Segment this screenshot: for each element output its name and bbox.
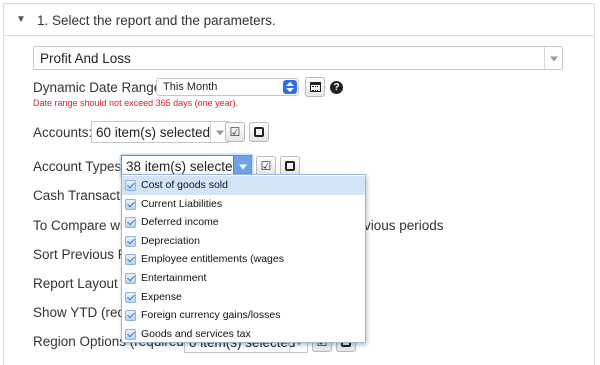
account-types-value: 38 item(s) selected: [126, 159, 241, 174]
account-type-option[interactable]: Entertainment: [122, 269, 365, 288]
checkbox-checked-icon[interactable]: [125, 291, 136, 303]
uncheck-all-icon: [254, 127, 264, 137]
accounts-multiselect[interactable]: 60 item(s) selected: [91, 121, 229, 143]
option-label: Deferred income: [141, 216, 219, 229]
account-type-option[interactable]: Employee entitlements (wages: [122, 250, 365, 269]
checkbox-checked-icon[interactable]: [125, 310, 136, 322]
account-type-option[interactable]: Current Liabilities: [122, 195, 365, 214]
compare-label: To Compare wit: [33, 218, 127, 233]
date-range-select[interactable]: This Month: [156, 78, 299, 96]
check-all-icon: ☑: [229, 125, 241, 139]
account-types-dropdown[interactable]: [233, 156, 251, 176]
option-label: Goods and services tax: [141, 327, 251, 340]
sort-previous-label: Sort Previous Pe: [33, 247, 135, 262]
option-label: Entertainment: [141, 272, 207, 284]
check-all-icon: ☑: [260, 159, 272, 173]
option-label: Depreciation: [141, 234, 200, 247]
section-header[interactable]: ▼ 1. Select the report and the parameter…: [4, 4, 594, 36]
date-range-warning: Date range should not exceed 365 days (o…: [33, 98, 239, 108]
account-types-label: Account Types:: [33, 159, 126, 174]
accounts-value: 60 item(s) selected: [96, 125, 211, 140]
updown-spinner-icon[interactable]: [283, 80, 297, 94]
account-type-option[interactable]: Cost of goods sold: [122, 176, 365, 195]
checkbox-checked-icon[interactable]: [125, 273, 136, 284]
show-ytd-label: Show YTD (requ: [33, 305, 133, 320]
account-type-option[interactable]: Expense: [122, 288, 365, 307]
accounts-deselect-all-button[interactable]: [249, 122, 269, 142]
checkbox-checked-icon[interactable]: [125, 180, 136, 191]
chevron-down-icon: [238, 164, 247, 170]
account-types-dropdown-list[interactable]: Cost of goods sold Current Liabilities D…: [121, 174, 366, 343]
cash-transactions-label: Cash Transactio: [33, 188, 131, 203]
option-label: Employee entitlements (wages: [141, 253, 284, 266]
account-types-deselect-all-button[interactable]: [280, 156, 300, 176]
option-label: Current Liabilities: [141, 197, 223, 210]
account-type-option[interactable]: Goods and services tax: [122, 325, 365, 344]
account-type-option[interactable]: Depreciation: [122, 232, 365, 251]
calendar-icon: [309, 82, 321, 92]
accounts-select-all-button[interactable]: ☑: [225, 122, 245, 142]
option-label: Foreign currency gains/losses: [141, 309, 281, 322]
option-label: Cost of goods sold: [141, 179, 228, 191]
section-title: 1. Select the report and the parameters.: [37, 13, 276, 28]
checkbox-checked-icon[interactable]: [125, 235, 136, 247]
chevron-down-icon: [215, 130, 224, 136]
account-type-option[interactable]: Foreign currency gains/losses: [122, 306, 365, 325]
report-select[interactable]: Profit And Loss: [33, 46, 563, 70]
report-select-dropdown[interactable]: [544, 47, 562, 69]
report-layout-label: Report Layout (: [33, 276, 127, 291]
compare-periods-label: vious periods: [364, 218, 444, 233]
accounts-label: Accounts:: [33, 125, 93, 140]
calendar-button[interactable]: [305, 77, 325, 97]
date-range-label: Dynamic Date Range:: [33, 80, 166, 95]
option-label: Expense: [141, 290, 182, 303]
report-select-value: Profit And Loss: [40, 51, 131, 66]
checkbox-checked-icon[interactable]: [125, 217, 136, 229]
date-range-value: This Month: [163, 81, 218, 93]
uncheck-all-icon: [285, 161, 295, 171]
checkbox-checked-icon[interactable]: [125, 254, 136, 266]
checkbox-checked-icon[interactable]: [125, 198, 136, 210]
triangle-down-icon[interactable]: ▼: [16, 14, 26, 25]
account-types-select-all-button[interactable]: ☑: [256, 156, 276, 176]
checkbox-checked-icon[interactable]: [125, 328, 136, 340]
account-type-option[interactable]: Deferred income: [122, 213, 365, 232]
chevron-down-icon: [549, 56, 558, 62]
help-icon[interactable]: ?: [330, 81, 343, 94]
